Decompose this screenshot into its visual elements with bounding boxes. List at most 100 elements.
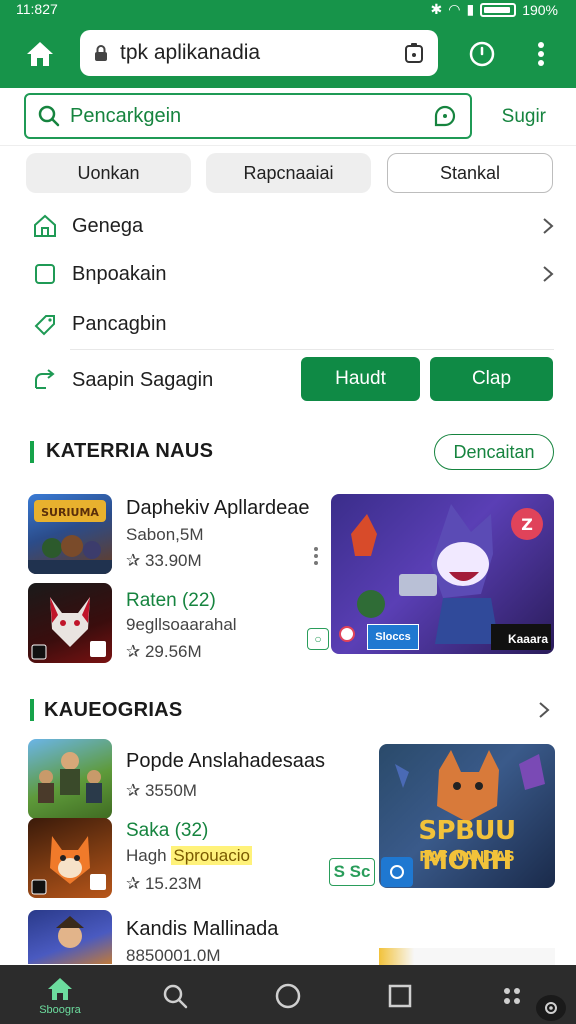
- more-menu-button[interactable]: [521, 34, 561, 74]
- section-accent: [30, 441, 34, 463]
- app-thumb-fox2[interactable]: [28, 818, 112, 898]
- monster-art-icon: Z: [351, 504, 551, 650]
- app-thumb-game[interactable]: SURIUMA: [28, 494, 112, 574]
- square-outline-icon: [30, 259, 60, 289]
- nav-square[interactable]: [370, 971, 430, 1021]
- assistant-button[interactable]: [536, 995, 566, 1021]
- chevron-right-icon: [543, 218, 554, 234]
- soldiers-thumb-icon: [38, 752, 102, 803]
- voice-search-icon[interactable]: [432, 103, 458, 129]
- badge-icon: [339, 626, 355, 642]
- highlight-tag: Sprouacio: [171, 846, 252, 865]
- nav-search[interactable]: [145, 971, 205, 1021]
- refresh-icon: [469, 41, 495, 67]
- section-action-button[interactable]: Dencaitan: [434, 434, 554, 470]
- chip-0[interactable]: Uonkan: [26, 153, 191, 193]
- section-accent: [30, 699, 34, 721]
- mini-label: S Sc: [329, 858, 375, 886]
- app-meta-text: Hagh: [126, 846, 167, 865]
- circle-icon: [275, 983, 301, 1009]
- tag-icon: [30, 309, 60, 339]
- app-meta: Sabon,5M: [126, 525, 204, 544]
- app-name[interactable]: Raten (22): [126, 590, 216, 612]
- status-bar: 11:827 ✱ ◠ ▮ 190%: [0, 0, 576, 20]
- app-thumb-hero[interactable]: [28, 910, 112, 964]
- house-outline-icon: [30, 211, 60, 241]
- menu-item-label: Pancagbin: [72, 312, 167, 335]
- home-icon: [27, 42, 53, 66]
- search-input[interactable]: Pencarkgein: [24, 93, 472, 139]
- app-rating: ✰ 3550M: [126, 781, 197, 800]
- chip-2[interactable]: Stankal: [387, 153, 553, 193]
- menu-item-1[interactable]: Bnpoakain: [30, 251, 554, 297]
- url-text: tpk aplikanadia: [120, 41, 261, 64]
- signal-icon: ▮: [466, 1, 475, 17]
- nav-circle[interactable]: [258, 971, 318, 1021]
- app-rating: ✰ 33.90M: [126, 551, 202, 570]
- fox2-thumb-icon: [31, 836, 106, 895]
- gear-icon: [545, 1002, 557, 1014]
- tab-count-icon[interactable]: [404, 42, 424, 64]
- app-name[interactable]: Daphekiv Apllardeae: [126, 497, 309, 520]
- fox-thumb-icon: [31, 597, 106, 660]
- menu-item-3[interactable]: Saapin Sagagin: [30, 357, 300, 403]
- app-name[interactable]: Saka (32): [126, 820, 208, 842]
- suggest-link[interactable]: Sugir: [502, 106, 546, 128]
- menu-item-2[interactable]: Pancagbin: [30, 301, 554, 347]
- section-title: KATERRIA NAUS: [46, 440, 214, 462]
- bluetooth-icon: ✱: [430, 1, 443, 17]
- battery-percent: 190%: [522, 1, 558, 18]
- game-thumb-icon: SURIUMA: [28, 500, 112, 574]
- chevron-right-icon[interactable]: [538, 701, 550, 719]
- chip-1[interactable]: Rapcnaaiai: [206, 153, 371, 193]
- hero-thumb-icon: [56, 916, 84, 948]
- home-icon: [48, 978, 72, 1000]
- kebab-menu-icon[interactable]: [312, 546, 320, 566]
- pin-badge-icon: ○: [307, 628, 329, 650]
- menu-item-label: Genega: [72, 214, 144, 237]
- wifi-icon: ◠: [448, 1, 461, 17]
- primary-action-button[interactable]: Haudt: [301, 357, 420, 401]
- lock-icon: [95, 45, 107, 61]
- menu-item-label: Bnpoakain: [72, 262, 167, 285]
- search-icon: [38, 105, 60, 127]
- search-icon: [163, 984, 188, 1009]
- banner-caption: Kaaara: [507, 632, 548, 646]
- chevron-right-icon: [543, 266, 554, 282]
- app-meta: 8850001.0M: [126, 946, 221, 965]
- share-icon: [30, 365, 60, 395]
- nav-apps[interactable]: [482, 971, 542, 1021]
- app-name[interactable]: Popde Anslahadesaas: [126, 750, 325, 773]
- kebab-menu-icon: [538, 42, 544, 66]
- app-thumb-fox[interactable]: [28, 583, 112, 663]
- app-rating: ✰ 15.23M: [126, 874, 202, 893]
- refresh-button[interactable]: [462, 34, 502, 74]
- grid-dots-icon: [504, 988, 520, 1004]
- app-meta: Hagh Sprouacio: [126, 846, 252, 866]
- battery-icon: [480, 2, 517, 17]
- next-banner-peek: [379, 948, 555, 965]
- status-time: 11:827: [16, 1, 58, 17]
- menu-item-0[interactable]: Genega: [30, 203, 554, 249]
- banner-badge: Sloccs: [367, 624, 419, 650]
- featured-banner[interactable]: Z Kaaara Sloccs: [331, 494, 554, 654]
- url-bar[interactable]: tpk aplikanadia: [80, 30, 438, 76]
- divider: [70, 349, 554, 350]
- home-button[interactable]: [20, 34, 60, 74]
- app-name[interactable]: Kandis Mallinada: [126, 918, 278, 941]
- app-store-icon: [381, 857, 413, 887]
- menu-item-label: Saapin Sagagin: [72, 368, 214, 391]
- search-input-value: Pencarkgein: [70, 104, 182, 127]
- bottom-nav: Sboogra: [0, 965, 576, 1024]
- app-rating: ✰ 29.56M: [126, 642, 202, 661]
- secondary-action-button[interactable]: Clap: [430, 357, 553, 401]
- browser-top-bar: 11:827 ✱ ◠ ▮ 190% tpk aplikanadia: [0, 0, 576, 88]
- app-thumb-soldiers[interactable]: [28, 739, 112, 819]
- search-row: Pencarkgein Sugir: [0, 88, 576, 146]
- status-icons: ✱ ◠ ▮ 190%: [431, 1, 558, 18]
- square-icon: [388, 984, 412, 1008]
- app-meta: 9egllsoaarahal: [126, 615, 237, 634]
- nav-home-label: Sboogra: [39, 1004, 81, 1016]
- nav-home[interactable]: Sboogra: [30, 971, 90, 1021]
- section-title: KAUEOGRIAS: [44, 699, 183, 721]
